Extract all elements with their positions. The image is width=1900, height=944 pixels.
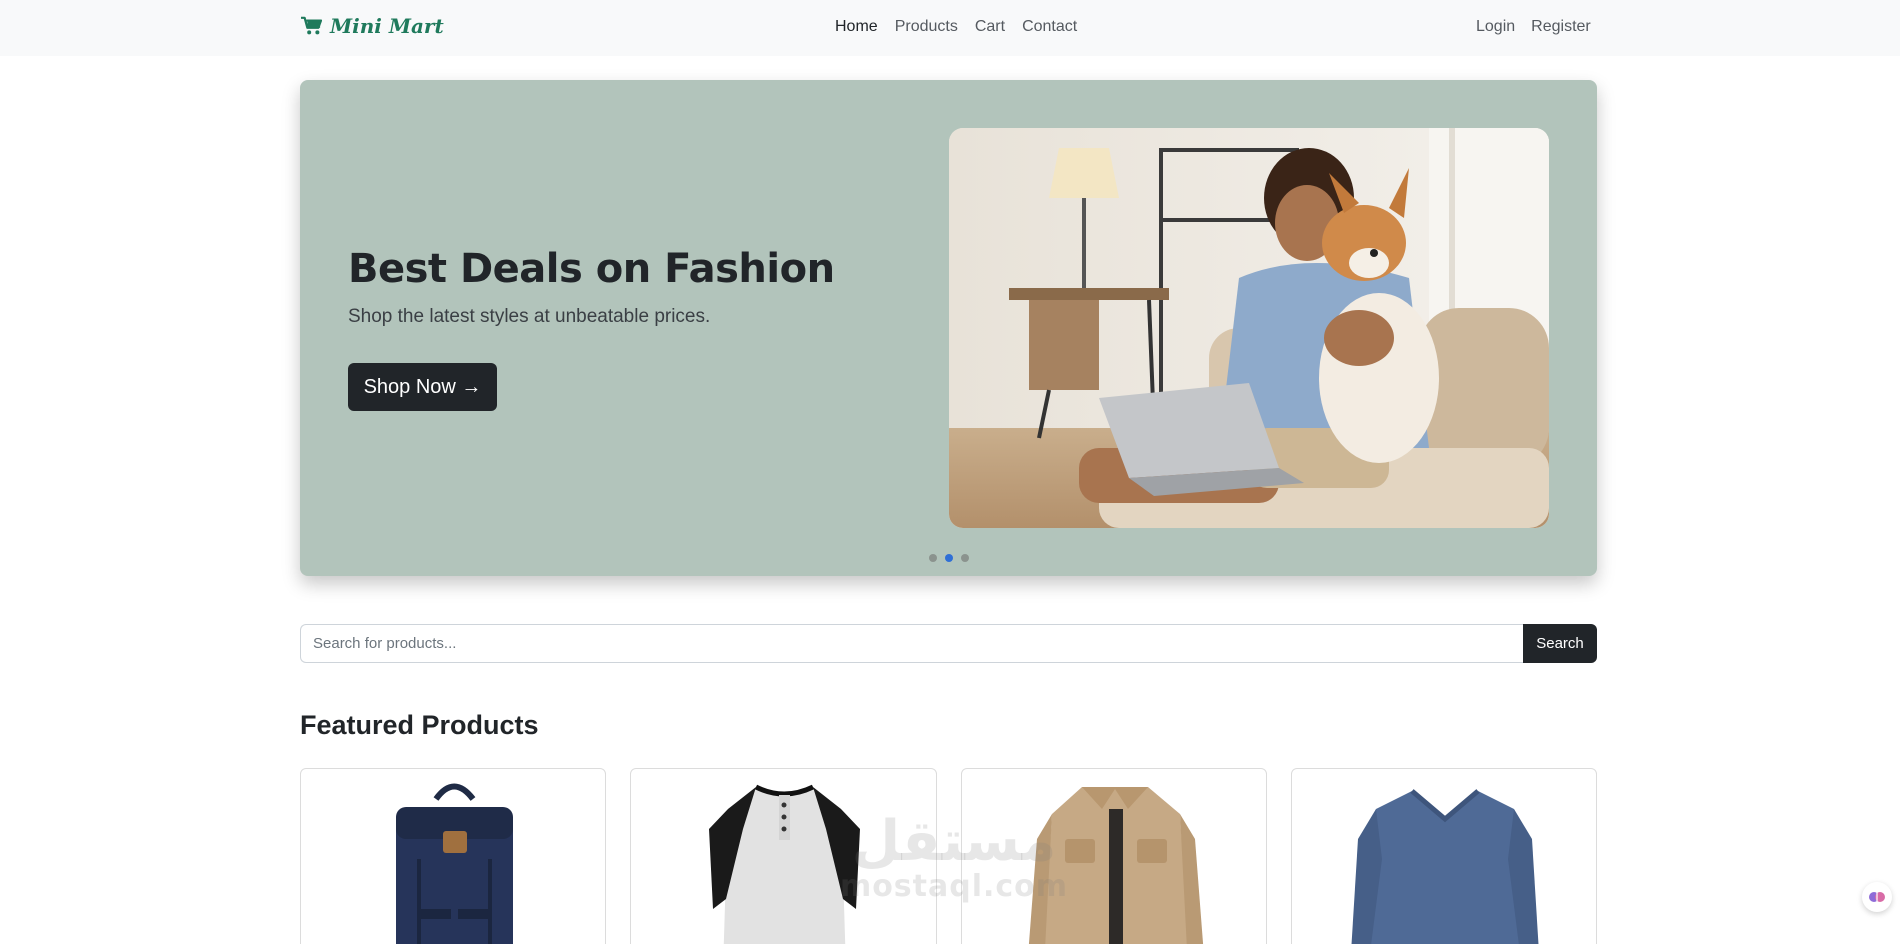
hero-title: Best Deals on Fashion (348, 246, 835, 292)
nav-link-contact[interactable]: Contact (1022, 18, 1077, 36)
login-link[interactable]: Login (1476, 18, 1515, 36)
nav-link-home[interactable]: Home (835, 18, 878, 36)
henley-shirt-image (709, 784, 861, 944)
register-link[interactable]: Register (1531, 18, 1591, 36)
product-card[interactable] (1290, 768, 1597, 944)
product-card[interactable] (630, 768, 937, 944)
shopping-cart-icon (301, 16, 322, 35)
hero-subtitle: Shop the latest styles at unbeatable pri… (348, 306, 711, 327)
carousel-dot-1[interactable] (929, 554, 937, 562)
shop-now-button[interactable]: Shop Now → (348, 363, 497, 411)
sweater-image (1351, 789, 1539, 944)
main-nav: Home Products Cart Contact (835, 18, 1077, 36)
brain-icon (1869, 892, 1885, 902)
search-bar: Search (300, 624, 1597, 663)
hero-image (949, 128, 1549, 528)
product-card[interactable] (960, 768, 1267, 944)
nav-link-products[interactable]: Products (895, 18, 958, 36)
nav-link-cart[interactable]: Cart (975, 18, 1005, 36)
search-button[interactable]: Search (1523, 624, 1597, 663)
featured-products-title: Featured Products (300, 710, 539, 740)
search-input[interactable] (300, 624, 1523, 663)
product-grid (300, 768, 1597, 944)
man-with-dog-photo (949, 128, 1549, 528)
assistant-button[interactable] (1862, 882, 1892, 912)
backpack-image (396, 783, 513, 944)
jacket-image (1028, 787, 1203, 944)
brand-link[interactable]: Mini Mart (300, 14, 444, 38)
carousel-dot-2[interactable] (945, 554, 953, 562)
carousel-indicators (929, 554, 969, 562)
navbar: Mini Mart Home Products Cart Contact Log… (0, 0, 1900, 56)
auth-nav: Login Register (1476, 18, 1591, 36)
hero-carousel: Best Deals on Fashion Shop the latest st… (300, 80, 1597, 576)
brand-name: Mini Mart (330, 14, 444, 38)
carousel-dot-3[interactable] (961, 554, 969, 562)
product-card[interactable] (300, 768, 607, 944)
